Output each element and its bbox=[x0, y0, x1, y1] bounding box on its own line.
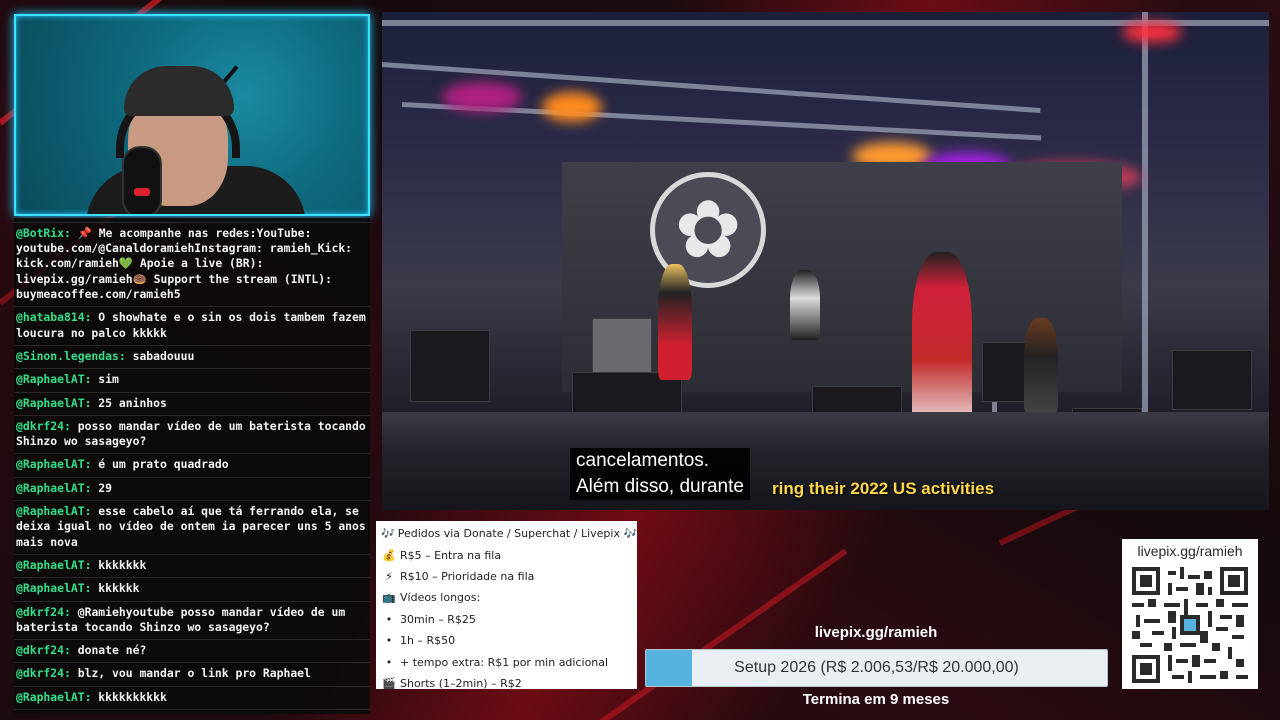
webcam-overlay bbox=[14, 14, 370, 216]
chat-username[interactable]: @dkrf24: bbox=[16, 666, 71, 680]
chat-username[interactable]: @dkrf24: bbox=[16, 605, 71, 619]
info-row: 💰 R$5 – Entra na fila bbox=[381, 544, 632, 565]
chat-text: 25 aninhos bbox=[98, 395, 167, 410]
chat-username[interactable]: @RaphaelAT: bbox=[16, 481, 91, 495]
qr-card: livepix.gg/ramieh bbox=[1122, 539, 1258, 689]
chat-text: sim bbox=[98, 372, 119, 387]
music-notes-icon: 🎶 bbox=[381, 527, 395, 541]
info-text: 1h – R$50 bbox=[400, 634, 456, 648]
chat-text: sabadouuu bbox=[132, 348, 195, 363]
chat-message: @Sinon.legendas: sabadouuu bbox=[14, 346, 370, 370]
chat-message: @RaphaelAT: é um prato quadrado bbox=[14, 454, 370, 478]
info-text: Vídeos longos: bbox=[400, 591, 481, 605]
info-row: • + tempo extra: R$1 por min adicional bbox=[381, 651, 632, 672]
chat-message: @RaphaelAT: kkkkkkkkkk bbox=[14, 687, 370, 710]
performer bbox=[658, 264, 692, 380]
chat-message: @dkrf24: blz, vou mandar o link pro Raph… bbox=[14, 663, 370, 687]
chat-message: @RaphaelAT: esse cabelo aí que tá ferran… bbox=[14, 501, 370, 555]
bullet-icon: • bbox=[385, 612, 393, 626]
chat-username[interactable]: @BotRix: bbox=[16, 226, 71, 240]
chat-message: @hataba814: O showhate e o sin os dois t… bbox=[14, 307, 370, 346]
chat-message: @dkrf24: donate né? bbox=[14, 640, 370, 664]
chat-username[interactable]: @RaphaelAT: bbox=[16, 457, 91, 471]
stage-light bbox=[1122, 22, 1182, 42]
lightning-icon: ⚡ bbox=[385, 569, 393, 583]
subtitle-box: cancelamentos. Além disso, durante bbox=[570, 448, 750, 500]
qr-code-icon bbox=[1132, 567, 1248, 683]
info-text: R$10 – Prioridade na fila bbox=[400, 569, 535, 583]
chat-text: blz, vou mandar o link pro Raphael bbox=[77, 666, 311, 681]
tv-icon: 📺 bbox=[382, 591, 396, 605]
info-text: R$5 – Entra na fila bbox=[400, 548, 502, 562]
chat-text: kkkkkk bbox=[98, 581, 140, 596]
chat-message: @RaphaelAT: sim bbox=[14, 369, 370, 393]
info-text: Pedidos via Donate / Superchat / Livepix… bbox=[397, 527, 638, 541]
chat-username[interactable]: @RaphaelAT: bbox=[16, 372, 91, 386]
info-row: ⚡ R$10 – Prioridade na fila bbox=[381, 566, 632, 587]
info-row: 🎬 Shorts (1–2min) – R$2 bbox=[381, 673, 632, 694]
money-bag-icon: 💰 bbox=[382, 548, 396, 562]
request-info-panel: 🎶 Pedidos via Donate / Superchat / Livepi… bbox=[376, 521, 637, 690]
video-player[interactable]: ring their 2022 US activities cancelamen… bbox=[382, 12, 1269, 510]
info-row: • 30min – R$25 bbox=[381, 609, 632, 630]
streamer-cap bbox=[124, 66, 234, 116]
performer bbox=[790, 270, 820, 340]
performer bbox=[912, 252, 972, 432]
amp bbox=[592, 318, 652, 378]
bullet-icon: • bbox=[385, 655, 393, 669]
chat-message: @RaphaelAT: kkkkkk bbox=[14, 578, 370, 602]
amp bbox=[410, 330, 490, 402]
goal-text: Setup 2026 (R$ 2.006,53/R$ 20.000,00) bbox=[734, 659, 1019, 676]
bullet-icon: • bbox=[385, 634, 393, 648]
info-row: 📺 Vídeos longos: bbox=[381, 587, 632, 608]
chat-message: @BotRix: 📌 Me acompanhe nas redes:YouTub… bbox=[14, 223, 370, 308]
chat-message: @dkrf24: posso mandar vídeo de um bateri… bbox=[14, 416, 370, 455]
stage-light bbox=[542, 92, 602, 122]
qr-title: livepix.gg/ramieh bbox=[1137, 543, 1243, 559]
subtitle-line: Além disso, durante bbox=[576, 476, 744, 497]
chat-username[interactable]: @RaphaelAT: bbox=[16, 690, 91, 704]
chat-message: @RaphaelAT: 29 bbox=[14, 478, 370, 502]
performer bbox=[1024, 318, 1058, 414]
chat-text: kkkkkkk bbox=[98, 557, 147, 572]
chat-username[interactable]: @hataba814: bbox=[16, 310, 91, 324]
chat-text: donate né? bbox=[77, 643, 147, 658]
chat-panel[interactable]: @hataba814: O daiau@BotRix: 📌 Me acompan… bbox=[14, 218, 370, 714]
chat-username[interactable]: @Sinon.legendas: bbox=[16, 349, 126, 363]
chat-message: @dkrf24: @Ramiehyoutube posso mandar víd… bbox=[14, 602, 370, 641]
chat-message: @RaphaelAT: kkkkkkk bbox=[14, 555, 370, 579]
subtitle-line: cancelamentos. bbox=[576, 450, 710, 471]
stage-light bbox=[442, 82, 522, 112]
info-row: 🎶 Pedidos via Donate / Superchat / Livepi… bbox=[381, 523, 637, 544]
amp bbox=[1172, 350, 1252, 410]
chat-username[interactable]: @dkrf24: bbox=[16, 419, 71, 433]
chat-username[interactable]: @RaphaelAT: bbox=[16, 558, 91, 572]
microphone-icon bbox=[122, 146, 162, 214]
goal-progress-bar: Setup 2026 (R$ 2.006,53/R$ 20.000,00) bbox=[645, 649, 1108, 687]
stage-truss bbox=[1142, 12, 1148, 442]
chat-message-list: @hataba814: O daiau@BotRix: 📌 Me acompan… bbox=[14, 218, 370, 710]
chat-username[interactable]: @RaphaelAT: bbox=[16, 581, 91, 595]
info-text: Shorts (1–2min) – R$2 bbox=[400, 676, 522, 690]
goal-ends-text: Termina em 9 meses bbox=[802, 691, 950, 708]
chat-username[interactable]: @dkrf24: bbox=[16, 643, 71, 657]
info-text: + tempo extra: R$1 por min adicional bbox=[400, 655, 609, 669]
info-row: • 1h – R$50 bbox=[381, 630, 632, 651]
goal-link[interactable]: livepix.gg/ramieh bbox=[808, 624, 944, 641]
chat-message: @RaphaelAT: 25 aninhos bbox=[14, 393, 370, 416]
chat-text: é um prato quadrado bbox=[98, 457, 229, 472]
clapper-icon: 🎬 bbox=[382, 676, 396, 690]
chat-username[interactable]: @RaphaelAT: bbox=[16, 504, 91, 518]
burned-subtitle: ring their 2022 US activities bbox=[772, 479, 995, 498]
chat-username[interactable]: @RaphaelAT: bbox=[16, 396, 91, 410]
chat-text: 29 bbox=[98, 480, 113, 495]
info-text: 30min – R$25 bbox=[400, 612, 476, 626]
chat-text: kkkkkkkkkk bbox=[98, 689, 167, 704]
